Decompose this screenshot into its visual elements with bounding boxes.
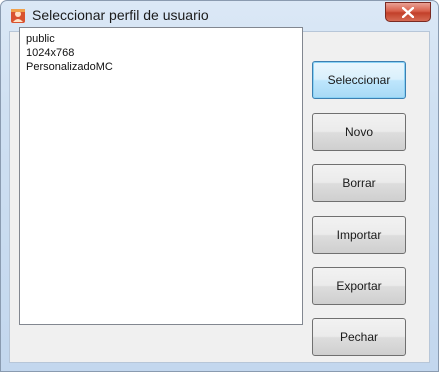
import-button[interactable]: Importar [312, 216, 406, 254]
close-icon [402, 7, 414, 18]
close-dialog-button[interactable]: Pechar [312, 318, 406, 356]
select-button[interactable]: Seleccionar [312, 61, 406, 99]
close-button[interactable] [385, 2, 431, 22]
dialog-window: Seleccionar perfil de usuario public 102… [0, 0, 439, 372]
list-item[interactable]: PersonalizadoMC [26, 60, 302, 74]
profile-listbox[interactable]: public 1024x768 PersonalizadoMC [19, 27, 303, 325]
list-item[interactable]: 1024x768 [26, 46, 302, 60]
app-profile-icon [10, 8, 26, 24]
new-button[interactable]: Novo [312, 113, 406, 151]
delete-button[interactable]: Borrar [312, 164, 406, 202]
list-item[interactable]: public [26, 32, 302, 46]
export-button[interactable]: Exportar [312, 267, 406, 305]
window-title: Seleccionar perfil de usuario [32, 7, 209, 23]
